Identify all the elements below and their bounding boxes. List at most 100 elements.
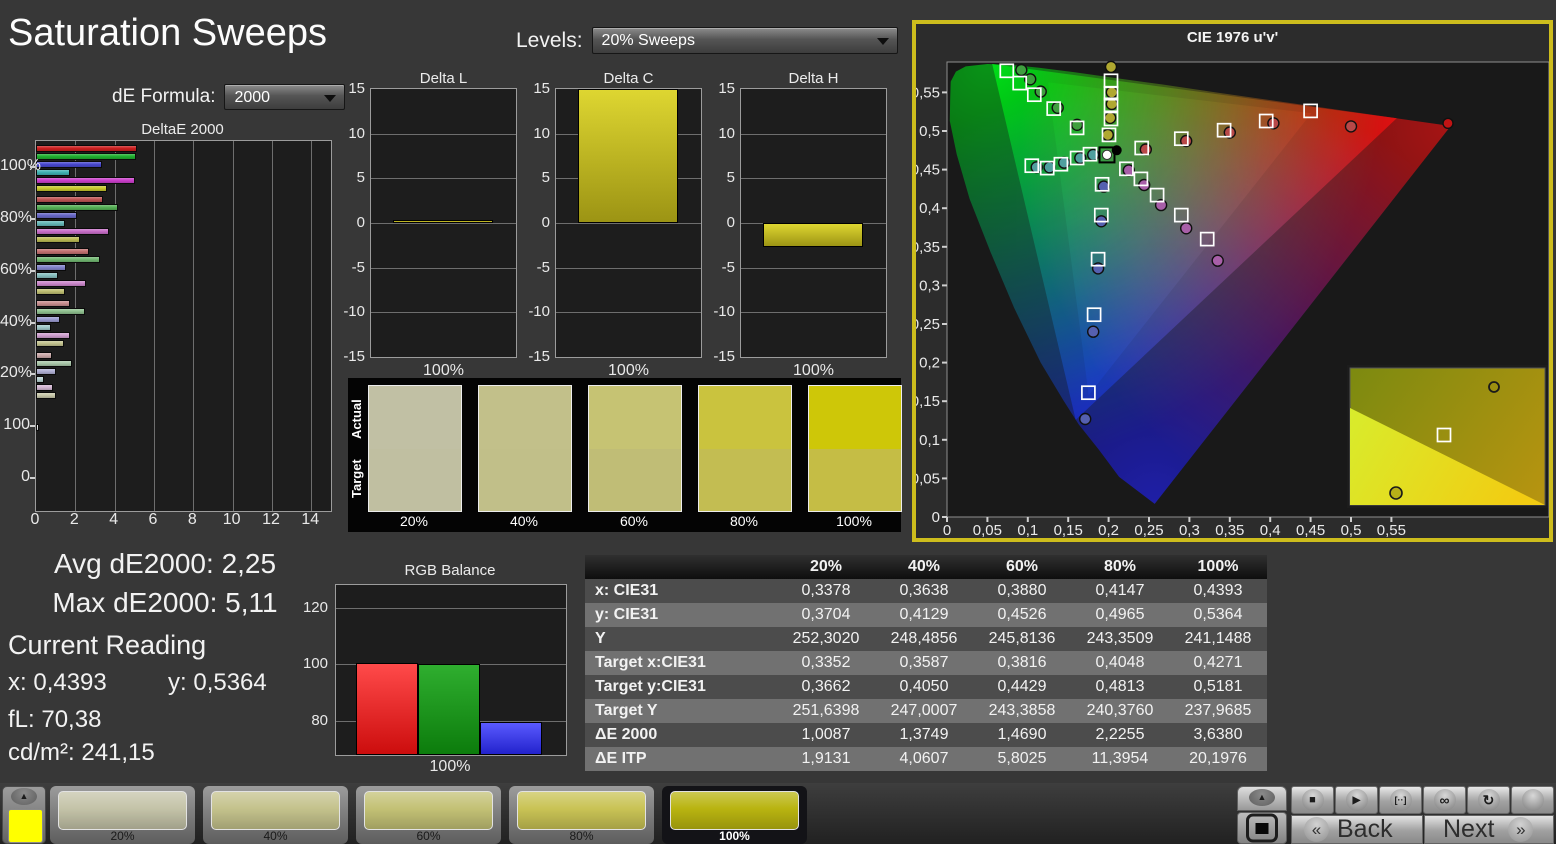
- levels-dropdown[interactable]: 20% Sweeps: [592, 27, 898, 54]
- patch-swatch: [211, 791, 340, 830]
- patch-button-20%[interactable]: 20%: [50, 786, 195, 844]
- gridline: [741, 134, 886, 135]
- table-cell: 0,4050: [875, 675, 973, 699]
- patch-button-label: 100%: [662, 829, 807, 843]
- infinity-icon: ∞: [1434, 789, 1456, 811]
- tick: [30, 218, 35, 220]
- deltae-chart: [35, 140, 332, 512]
- table-cell: 0,4048: [1071, 651, 1169, 675]
- bottom-bar: ▲ 20%40% 60% 80% 100% ▲ ■▶ [··] ∞ ↻ « Back Nex…: [0, 783, 1556, 844]
- bar: [393, 220, 493, 223]
- continuous-read-button[interactable]: ∞: [1423, 786, 1466, 814]
- gridline: [311, 141, 312, 511]
- back-button-label: Back: [1337, 815, 1393, 844]
- current-patch-swatch: [8, 809, 43, 843]
- gridline: [154, 141, 155, 511]
- table-cell: 0,5181: [1169, 675, 1267, 699]
- axis-tick-label: -15: [337, 348, 365, 365]
- patch-button-60%[interactable]: 60%: [356, 786, 501, 844]
- blue-bar: [480, 722, 542, 755]
- table-column-header: 100%: [1169, 555, 1267, 579]
- category-label: 40%: [0, 313, 30, 331]
- bar: [36, 177, 135, 184]
- patch-window-button[interactable]: [1237, 812, 1287, 844]
- swatch-label: 60%: [587, 513, 681, 529]
- swatch-pair: [698, 385, 792, 512]
- swatch-pair: [588, 385, 682, 512]
- page-title: Saturation Sweeps: [8, 12, 327, 55]
- table-row-label: y: CIE31: [585, 603, 777, 627]
- svg-text:0,15: 0,15: [1054, 522, 1083, 538]
- table-cell: 243,3858: [973, 699, 1071, 723]
- patch-button-100%[interactable]: 100%: [662, 786, 807, 844]
- table-row: Y252,3020248,4856245,8136243,3509241,148…: [585, 627, 1267, 651]
- tick: [30, 322, 35, 324]
- axis-tick-label: 14: [297, 511, 323, 529]
- table-cell: 247,0007: [875, 699, 973, 723]
- record-button[interactable]: [1511, 786, 1554, 814]
- table-cell: 0,4129: [875, 603, 973, 627]
- patch-button-label: 60%: [356, 829, 501, 843]
- bar: [763, 223, 863, 247]
- measured-point-magenta: [1181, 223, 1192, 234]
- cie-title: CIE 1976 u'v': [916, 29, 1549, 46]
- swatch-label: 20%: [367, 513, 461, 529]
- de-formula-dropdown[interactable]: 2000: [224, 84, 345, 110]
- tick: [30, 425, 35, 427]
- refresh-button[interactable]: ↻: [1467, 786, 1510, 814]
- rgb-balance-chart: RGB Balance 100% 12010080: [300, 562, 570, 774]
- bar: [36, 272, 58, 279]
- table-cell: 1,9131: [777, 747, 875, 771]
- read-series-button[interactable]: [··]: [1379, 786, 1422, 814]
- white-point-circle: [1102, 150, 1111, 159]
- blank-icon: [1522, 789, 1544, 811]
- measured-point-red: [1140, 144, 1151, 155]
- current-y: y: 0,5364: [168, 669, 267, 697]
- table-column-header: 40%: [875, 555, 973, 579]
- stop-button[interactable]: ■: [1291, 786, 1334, 814]
- axis-tick-label: -5: [707, 259, 735, 276]
- axis-tick-label: -10: [522, 303, 550, 320]
- next-button-label: Next: [1443, 815, 1494, 844]
- table-cell: 1,0087: [777, 723, 875, 747]
- table-cell: 243,3509: [1071, 627, 1169, 651]
- avg-de2000: Avg dE2000: 2,25: [0, 548, 330, 580]
- axis-tick-label: 100: [300, 655, 328, 672]
- current-x: x: 0,4393: [8, 669, 107, 697]
- table-cell: 1,4690: [973, 723, 1071, 747]
- table-row: Target x:CIE310,33520,35870,38160,40480,…: [585, 651, 1267, 675]
- expand-button[interactable]: ▲: [1237, 786, 1287, 811]
- target-swatch: [809, 449, 901, 512]
- patch-button-40%[interactable]: 40%: [203, 786, 348, 844]
- svg-text:0,15: 0,15: [916, 393, 940, 410]
- svg-text:0,5: 0,5: [919, 123, 940, 140]
- svg-text:0: 0: [943, 522, 951, 538]
- gridline: [556, 268, 701, 269]
- patch-button-80%[interactable]: 80%: [509, 786, 654, 844]
- bar: [36, 392, 56, 399]
- delta-l-chart: Delta L 100% 151050-5-10-15: [337, 70, 519, 380]
- avg-de2000-value: 2,25: [222, 548, 277, 579]
- table-cell: 0,3352: [777, 651, 875, 675]
- table-cell: 0,4526: [973, 603, 1071, 627]
- svg-text:0,4: 0,4: [1260, 522, 1281, 538]
- delta-h-plot: [740, 88, 887, 358]
- axis-tick-label: 15: [707, 80, 735, 97]
- measured-point-yellow: [1102, 129, 1113, 140]
- bracket-dots-icon: [··]: [1390, 789, 1412, 811]
- back-button[interactable]: « Back: [1291, 815, 1423, 844]
- table-cell: 252,3020: [777, 627, 875, 651]
- delta-l-title: Delta L: [370, 70, 517, 87]
- green-bar: [418, 664, 480, 755]
- category-label: 20%: [0, 364, 30, 382]
- de-formula-label: dE Formula:: [112, 86, 215, 108]
- axis-tick-label: 0: [22, 511, 48, 529]
- table-cell: 11,3954: [1071, 747, 1169, 771]
- bar: [36, 324, 51, 331]
- tick: [30, 166, 35, 168]
- chevron-up-icon[interactable]: ▲: [11, 788, 37, 805]
- next-button[interactable]: Next »: [1424, 815, 1554, 844]
- gridline: [272, 141, 273, 511]
- patch-window-icon: [1246, 814, 1278, 843]
- play-button[interactable]: ▶: [1335, 786, 1378, 814]
